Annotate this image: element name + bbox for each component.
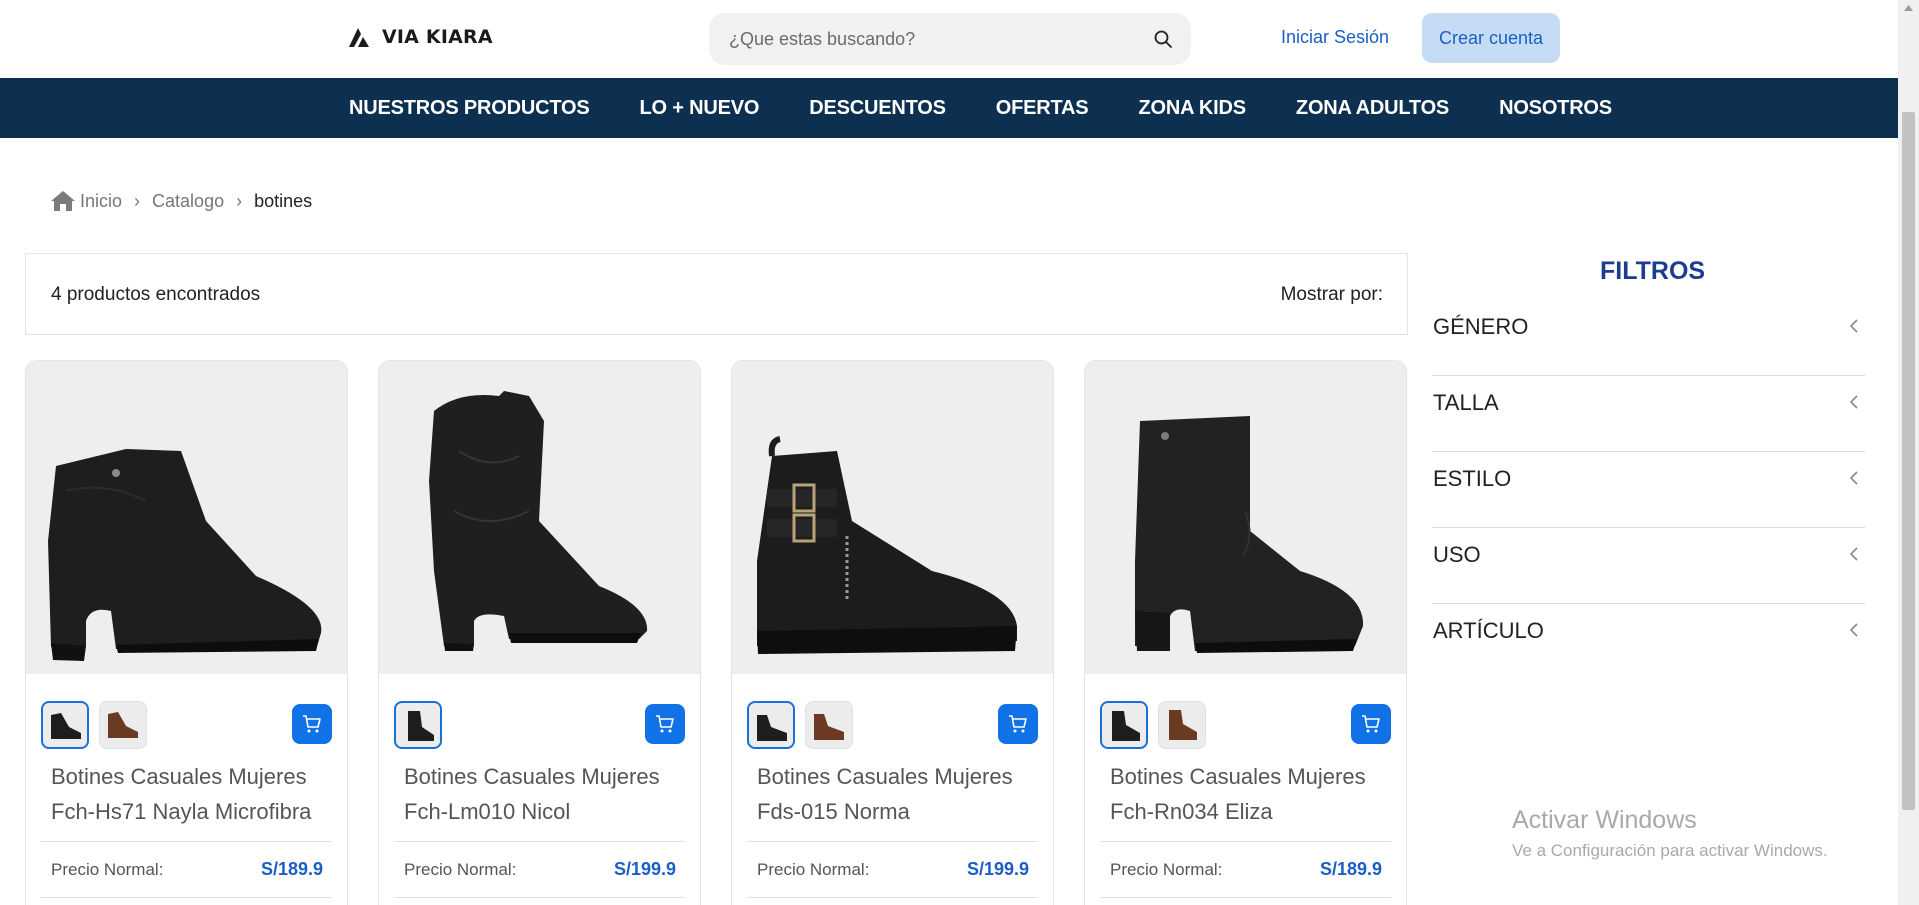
results-bar: 4 productos encontrados Mostrar por: (25, 253, 1408, 335)
chevron-left-icon (1849, 395, 1858, 409)
divider (394, 897, 685, 898)
filters-title: FILTROS (1600, 257, 1706, 285)
search-bar (709, 13, 1191, 65)
search-input[interactable] (729, 13, 1129, 65)
divider (747, 897, 1038, 898)
product-card[interactable]: Botines Casuales Mujeres Fds-015 Norma P… (731, 360, 1054, 905)
product-card[interactable]: Botines Casuales Mujeres Fch-Lm010 Nicol… (378, 360, 701, 905)
divider (1100, 841, 1391, 842)
chevron-right-icon: › (134, 190, 141, 211)
cart-icon (1009, 715, 1027, 733)
add-to-cart-button[interactable] (998, 704, 1038, 744)
price-label: Precio Normal: (1110, 860, 1223, 879)
nav-item-nosotros[interactable]: NOSOTROS (1499, 97, 1612, 120)
breadcrumb: Inicio › Catalogo › botines (50, 189, 312, 213)
swatch-brown[interactable] (99, 701, 147, 749)
breadcrumb-home[interactable]: Inicio (80, 191, 122, 212)
divider (1100, 897, 1391, 898)
product-name[interactable]: Botines Casuales Mujeres Fch-Rn034 Eliza (1110, 759, 1390, 829)
chevron-left-icon (1849, 623, 1858, 637)
filter-uso[interactable]: USO (1432, 528, 1865, 604)
color-swatches (41, 701, 147, 749)
scrollbar-thumb[interactable] (1902, 112, 1915, 810)
filter-label: ESTILO (1433, 466, 1512, 491)
chevron-right-icon: › (236, 190, 243, 211)
scrollbar[interactable] (1898, 0, 1919, 905)
logo-icon (349, 28, 369, 47)
windows-activation-watermark: Activar Windows Ve a Configuración para … (1512, 806, 1828, 861)
product-name[interactable]: Botines Casuales Mujeres Fch-Lm010 Nicol (404, 759, 684, 829)
cart-icon (1362, 715, 1380, 733)
filter-label: USO (1433, 542, 1481, 567)
swatch-black[interactable] (1100, 701, 1148, 749)
show-by-selector[interactable]: Mostrar por: (1281, 284, 1383, 306)
swatch-black[interactable] (394, 701, 442, 749)
product-card[interactable]: Botines Casuales Mujeres Fch-Hs71 Nayla … (25, 360, 348, 905)
breadcrumb-current: botines (254, 190, 313, 211)
price-label: Precio Normal: (51, 860, 164, 879)
add-to-cart-button[interactable] (645, 704, 685, 744)
watermark-title: Activar Windows (1512, 806, 1697, 834)
watermark-subtitle: Ve a Configuración para activar Windows. (1512, 841, 1828, 860)
nav-item-lo-nuevo[interactable]: LO + NUEVO (640, 97, 760, 120)
chevron-left-icon (1849, 547, 1858, 561)
nav-item-descuentos[interactable]: DESCUENTOS (809, 97, 946, 120)
filter-label: ARTÍCULO (1433, 618, 1544, 643)
logo[interactable]: VIA KIARA (348, 26, 493, 48)
filter-label: GÉNERO (1433, 314, 1529, 339)
filter-label: TALLA (1433, 390, 1499, 415)
filter-talla[interactable]: TALLA (1432, 376, 1865, 452)
product-image[interactable] (379, 361, 700, 674)
main-nav: NUESTROS PRODUCTOS LO + NUEVO DESCUENTOS… (0, 78, 1898, 138)
login-link[interactable]: Iniciar Sesión (1281, 27, 1389, 48)
results-count: 4 productos encontrados (51, 284, 261, 305)
color-swatches (747, 701, 853, 749)
nav-item-zona-adultos[interactable]: ZONA ADULTOS (1296, 97, 1449, 120)
site-header: VIA KIARA Iniciar Sesión Crear cuenta (0, 0, 1898, 78)
divider (41, 841, 332, 842)
home-icon[interactable] (50, 189, 76, 213)
swatch-black[interactable] (747, 701, 795, 749)
product-image[interactable] (732, 361, 1053, 674)
add-to-cart-button[interactable] (1351, 704, 1391, 744)
price-label: Precio Normal: (404, 860, 517, 879)
divider (394, 841, 685, 842)
filters-panel: GÉNERO TALLA ESTILO USO ARTÍCULO (1432, 300, 1865, 680)
product-image[interactable] (1085, 361, 1406, 674)
nav-item-nuestros-productos[interactable]: NUESTROS PRODUCTOS (349, 97, 590, 120)
nav-item-zona-kids[interactable]: ZONA KIDS (1138, 97, 1246, 120)
swatch-brown[interactable] (805, 701, 853, 749)
color-swatches (1100, 701, 1206, 749)
filter-estilo[interactable]: ESTILO (1432, 452, 1865, 528)
swatch-black[interactable] (41, 701, 89, 749)
divider (41, 897, 332, 898)
add-to-cart-button[interactable] (292, 704, 332, 744)
color-swatches (394, 701, 442, 749)
nav-item-ofertas[interactable]: OFERTAS (996, 97, 1089, 120)
search-icon[interactable] (1153, 29, 1173, 49)
cart-icon (303, 715, 321, 733)
filter-articulo[interactable]: ARTÍCULO (1432, 604, 1865, 680)
divider (747, 841, 1038, 842)
price-value: S/199.9 (966, 859, 1029, 879)
product-image[interactable] (26, 361, 347, 674)
product-card[interactable]: Botines Casuales Mujeres Fch-Rn034 Eliza… (1084, 360, 1407, 905)
chevron-left-icon (1849, 319, 1858, 333)
scroll-up-arrow-icon[interactable] (1903, 4, 1914, 12)
price-value: S/189.9 (260, 859, 323, 879)
price-value: S/199.9 (613, 859, 676, 879)
cart-icon (656, 715, 674, 733)
swatch-brown[interactable] (1158, 701, 1206, 749)
product-name[interactable]: Botines Casuales Mujeres Fds-015 Norma (757, 759, 1037, 829)
price-label: Precio Normal: (757, 860, 870, 879)
logo-text: VIA KIARA (382, 26, 493, 48)
create-account-button[interactable]: Crear cuenta (1422, 13, 1560, 63)
chevron-left-icon (1849, 471, 1858, 485)
filter-genero[interactable]: GÉNERO (1432, 300, 1865, 376)
product-name[interactable]: Botines Casuales Mujeres Fch-Hs71 Nayla … (51, 759, 331, 829)
price-value: S/189.9 (1319, 859, 1382, 879)
breadcrumb-catalog[interactable]: Catalogo (152, 191, 224, 212)
